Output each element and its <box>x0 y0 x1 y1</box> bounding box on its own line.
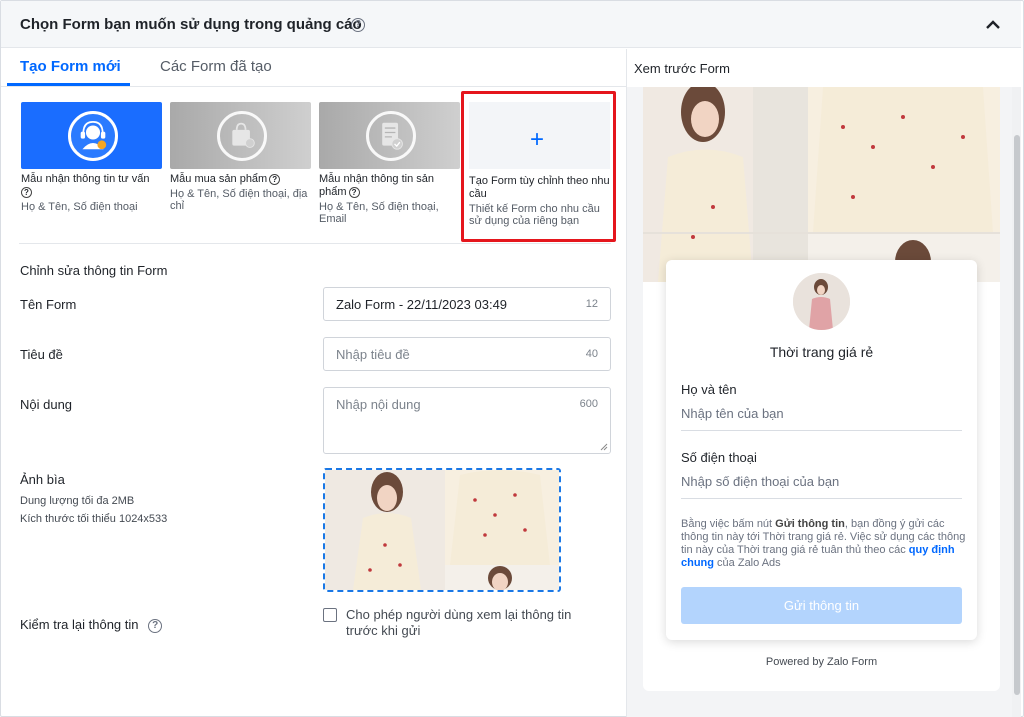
form-name-value: Zalo Form - 22/11/2023 03:49 <box>336 297 508 312</box>
template-thumbnail <box>21 102 162 169</box>
field-label-name: Họ và tên <box>681 382 737 397</box>
consent-text: Bằng việc bấm nút Gửi thông tin, bạn đồn… <box>681 518 966 569</box>
char-counter: 40 <box>585 348 598 360</box>
edit-section-title: Chỉnh sửa thông tin Form <box>20 263 168 278</box>
input-underline <box>681 430 962 431</box>
content-label: Nội dung <box>20 397 73 412</box>
help-icon[interactable]: ? <box>269 173 281 185</box>
content-textarea[interactable]: Nhập nội dung 600 <box>323 387 611 454</box>
review-checkbox-label[interactable]: Cho phép người dùng xem lại thông tin tr… <box>346 607 596 639</box>
cover-image <box>325 470 559 590</box>
template-card-consult[interactable]: Mẫu nhận thông tin tư vấn? Họ & Tên, Số … <box>21 102 164 213</box>
template-card-product-info[interactable]: Mẫu nhận thông tin sản phẩm? Họ & Tên, S… <box>319 102 462 225</box>
preview-title: Xem trước Form <box>634 61 730 76</box>
form-name-label: Tên Form <box>20 297 77 312</box>
review-label: Kiểm tra lại thông tin ? <box>20 617 163 633</box>
cover-image-upload[interactable] <box>323 468 561 592</box>
review-checkbox[interactable] <box>323 608 337 622</box>
cover-label: Ảnh bìa <box>20 472 65 487</box>
document-check-icon <box>366 111 416 161</box>
template-name: Mẫu mua sản phẩm? <box>170 173 313 186</box>
preview-cover-image <box>643 87 1000 282</box>
preview-form-card: Thời trang giá rẻ Họ và tên Nhập tên của… <box>666 260 977 640</box>
template-desc: Thiết kế Form cho nhu cầu sử dụng của ri… <box>469 203 600 227</box>
char-counter: 12 <box>585 298 598 310</box>
template-desc: Họ & Tên, Số điện thoại, địa chỉ <box>170 188 308 212</box>
template-name: Tạo Form tùy chỉnh theo nhu cầu <box>469 175 610 200</box>
submit-button[interactable]: Gửi thông tin <box>681 587 962 624</box>
template-name: Mẫu nhận thông tin tư vấn? <box>21 173 150 198</box>
template-thumbnail <box>319 102 460 169</box>
tab-created-forms[interactable]: Các Form đã tạo <box>160 58 272 75</box>
tab-new-form[interactable]: Tạo Form mới <box>20 58 121 75</box>
form-tabs: Tạo Form mới Các Form đã tạo <box>1 49 626 87</box>
brand-avatar <box>793 273 850 330</box>
resize-handle-icon[interactable] <box>600 443 608 451</box>
panel-header[interactable]: Chọn Form bạn muốn sử dụng trong quảng c… <box>1 1 1021 48</box>
phone-input[interactable]: Nhập số điện thoại của bạn <box>681 474 839 489</box>
support-agent-icon <box>68 111 118 161</box>
chevron-up-icon[interactable] <box>985 18 1001 30</box>
scrollbar-thumb[interactable] <box>1014 135 1020 695</box>
cover-size-note: Dung lượng tối đa 2MB <box>20 495 135 507</box>
template-card-purchase[interactable]: Mẫu mua sản phẩm? Họ & Tên, Số điện thoạ… <box>170 102 313 212</box>
title-placeholder: Nhập tiêu đề <box>336 347 410 362</box>
title-label: Tiêu đề <box>20 347 63 362</box>
panel-title: Chọn Form bạn muốn sử dụng trong quảng c… <box>20 16 362 33</box>
plus-icon[interactable]: + <box>530 126 544 154</box>
help-icon[interactable]: ? <box>348 186 360 198</box>
input-underline <box>681 498 962 499</box>
field-label-phone: Số điện thoại <box>681 450 757 465</box>
template-thumbnail <box>170 102 311 169</box>
title-input[interactable]: Nhập tiêu đề 40 <box>323 337 611 371</box>
help-icon[interactable]: ? <box>351 18 365 32</box>
template-desc: Họ & Tên, Số điện thoại <box>21 201 138 213</box>
content-placeholder: Nhập nội dung <box>336 397 421 412</box>
shopping-bag-icon <box>217 111 267 161</box>
help-icon[interactable]: ? <box>21 186 32 198</box>
section-divider <box>19 243 611 244</box>
form-name-input[interactable]: Zalo Form - 22/11/2023 03:49 12 <box>323 287 611 321</box>
preview-scrollbar[interactable] <box>1012 87 1021 717</box>
char-counter: 600 <box>579 398 598 410</box>
active-tab-indicator <box>7 83 130 86</box>
help-icon[interactable]: ? <box>148 618 163 633</box>
name-input[interactable]: Nhập tên của bạn <box>681 406 784 421</box>
brand-name: Thời trang giá rẻ <box>769 344 874 360</box>
template-desc: Họ & Tên, Số điện thoại, Email <box>319 201 439 225</box>
powered-by: Powered by Zalo Form <box>765 656 878 668</box>
cover-dimension-note: Kích thước tối thiểu 1024x533 <box>20 513 168 525</box>
template-name: Mẫu nhận thông tin sản phẩm? <box>319 173 434 198</box>
custom-form-text[interactable]: Tạo Form tùy chỉnh theo nhu cầu Thiết kế… <box>469 171 612 227</box>
